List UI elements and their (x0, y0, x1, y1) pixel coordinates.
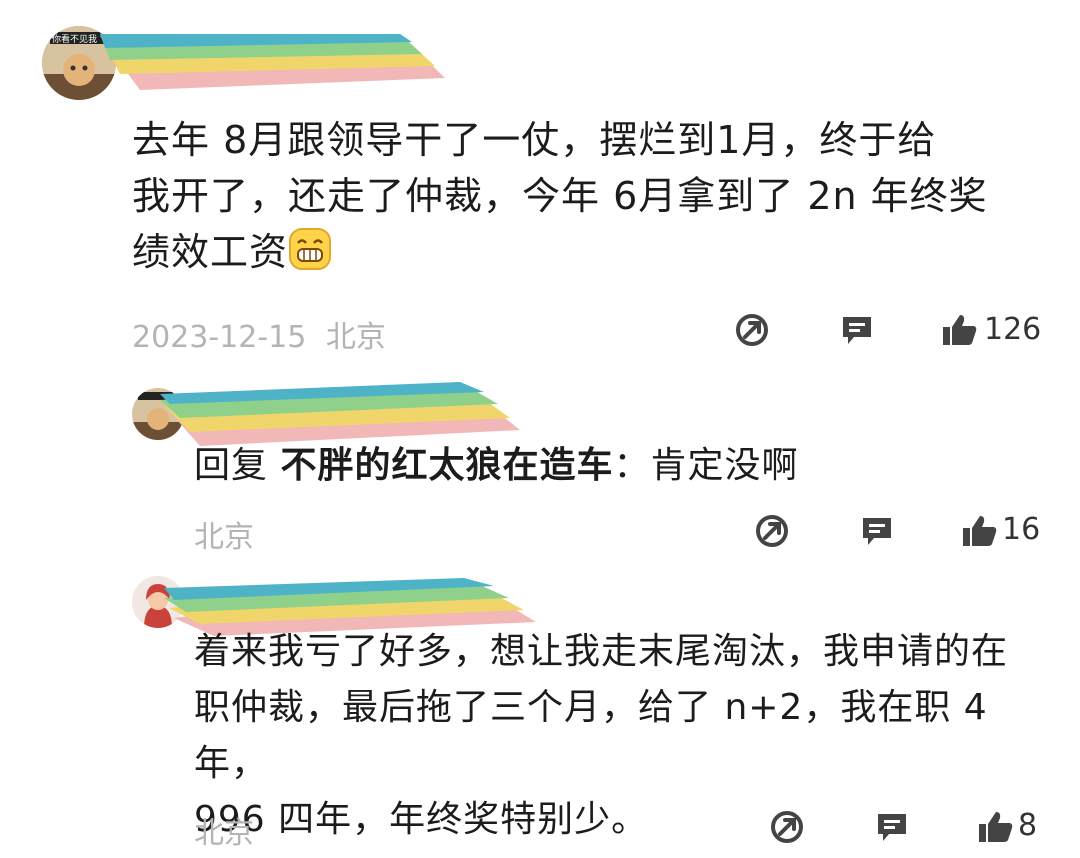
reply-body: 着来我亏了好多，想让我走末尾淘汰，我申请的在 职仲裁，最后拖了三个月，给了 n+… (194, 624, 1054, 848)
comment-line: 去年 8月跟领导干了一仗，摆烂到1月，终于给 (132, 118, 937, 162)
reply-prefix: 回复 (194, 445, 281, 486)
reply-meta: 北京 (194, 808, 254, 852)
thumbs-up-icon[interactable] (978, 810, 1014, 844)
comment-location: 北京 (194, 816, 254, 851)
comment-location: 北京 (194, 520, 254, 555)
thumbs-up-icon[interactable] (942, 313, 978, 347)
like-count: 126 (984, 312, 1042, 347)
comment-bubble-icon[interactable] (860, 514, 894, 548)
comment-line: 着来我亏了好多，想让我走末尾淘汰，我申请的在 (194, 631, 1009, 672)
share-arrow-icon[interactable] (735, 313, 769, 347)
comment-meta: 2023-12-15 北京 (132, 312, 386, 356)
like-count: 16 (1002, 512, 1041, 547)
comment-location: 北京 (325, 320, 386, 355)
comment-body: 去年 8月跟领导干了一仗，摆烂到1月，终于给 我开了，还走了仲裁，今年 6月拿到… (132, 112, 1052, 280)
grinning-face-icon (289, 228, 332, 270)
reply-meta: 北京 (194, 512, 254, 556)
comment-line: 职仲裁，最后拖了三个月，给了 n+2，我在职 4 年， (194, 687, 988, 784)
like-count: 8 (1018, 808, 1038, 843)
share-arrow-icon[interactable] (770, 810, 804, 844)
comment-date: 2023-12-15 (132, 320, 307, 355)
share-arrow-icon[interactable] (755, 514, 789, 548)
reply-body: 回复 不胖的红太狼在造车：肯定没啊 (194, 438, 799, 494)
username-redaction (100, 34, 445, 90)
avatar-caption: 你看不见我 (52, 35, 98, 45)
reply-text: 肯定没啊 (650, 445, 799, 486)
reply-separator: ： (613, 445, 651, 486)
comment-bubble-icon[interactable] (875, 810, 909, 844)
comment-bubble-icon[interactable] (840, 313, 874, 347)
comment-line: 绩效工资 (132, 224, 1052, 280)
reply-target[interactable]: 不胖的红太狼在造车 (280, 445, 613, 486)
comment-line: 996 四年，年终奖特别少。 (194, 799, 649, 840)
comment-line: 我开了，还走了仲裁，今年 6月拿到了 2n 年终奖 (132, 174, 988, 218)
username-redaction (160, 382, 520, 446)
thumbs-up-icon[interactable] (962, 514, 998, 548)
